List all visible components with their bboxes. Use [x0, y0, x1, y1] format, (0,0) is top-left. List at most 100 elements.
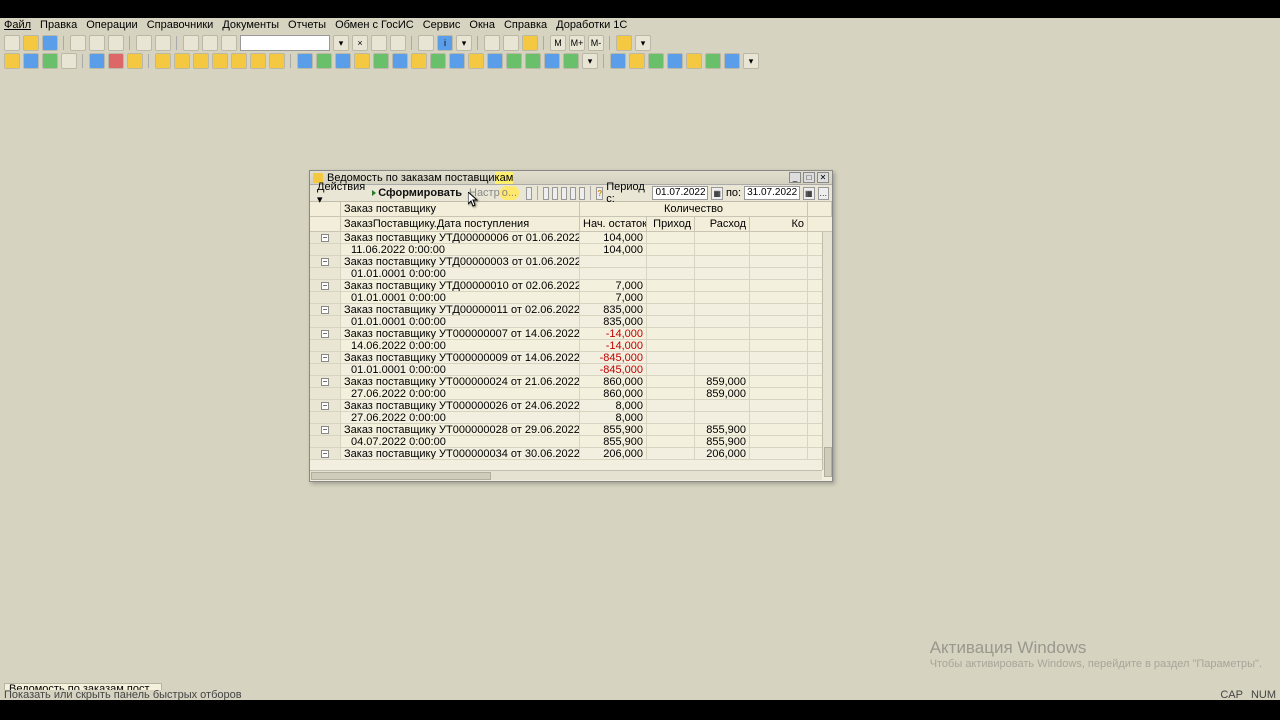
- print-icon[interactable]: [136, 35, 152, 51]
- menu-windows[interactable]: Окна: [469, 19, 495, 31]
- t2-37-icon[interactable]: [724, 53, 740, 69]
- clear-icon[interactable]: ×: [352, 35, 368, 51]
- menu-operations[interactable]: Операции: [86, 19, 137, 31]
- table-row[interactable]: −Заказ поставщику УТД00000006 от 01.06.2…: [310, 232, 822, 244]
- t2-15-icon[interactable]: [297, 53, 313, 69]
- t2-16-icon[interactable]: [316, 53, 332, 69]
- menu-custom[interactable]: Доработки 1С: [556, 19, 627, 31]
- t2-19-icon[interactable]: [373, 53, 389, 69]
- tb-b-icon[interactable]: [503, 35, 519, 51]
- t2-35-icon[interactable]: [686, 53, 702, 69]
- menu-documents[interactable]: Документы: [222, 19, 279, 31]
- main-menu[interactable]: Файл Правка Операции Справочники Докумен…: [0, 18, 1280, 32]
- col-qty[interactable]: Количество: [580, 202, 808, 216]
- table-row[interactable]: −Заказ поставщику УТД00000003 от 01.06.2…: [310, 256, 822, 268]
- col-end[interactable]: Ко: [750, 217, 808, 231]
- collapse-icon[interactable]: −: [321, 282, 329, 290]
- m-icon[interactable]: M: [550, 35, 566, 51]
- t2-20-icon[interactable]: [392, 53, 408, 69]
- t2-14-icon[interactable]: [269, 53, 285, 69]
- t2-13-icon[interactable]: [250, 53, 266, 69]
- vertical-scrollbar[interactable]: [822, 232, 832, 470]
- tb-a-icon[interactable]: [484, 35, 500, 51]
- t2-8-icon[interactable]: [155, 53, 171, 69]
- collapse-icon[interactable]: −: [321, 330, 329, 338]
- t2-31-icon[interactable]: [610, 53, 626, 69]
- table-subrow[interactable]: 01.01.0001 0:00:00-845,000: [310, 364, 822, 376]
- wt-5-icon[interactable]: [570, 187, 576, 200]
- menu-service[interactable]: Сервис: [423, 19, 461, 31]
- open-icon[interactable]: [23, 35, 39, 51]
- preview-icon[interactable]: [155, 35, 171, 51]
- drop-icon[interactable]: ▾: [333, 35, 349, 51]
- horizontal-scrollbar[interactable]: [310, 470, 822, 480]
- menu-reports[interactable]: Отчеты: [288, 19, 326, 31]
- menu-help[interactable]: Справка: [504, 19, 547, 31]
- date-from-picker-icon[interactable]: ▦: [711, 187, 722, 200]
- wt-4-icon[interactable]: [561, 187, 567, 200]
- t2-11-icon[interactable]: [212, 53, 228, 69]
- t2-38-icon[interactable]: ▾: [743, 53, 759, 69]
- generate-button[interactable]: Сформировать: [372, 187, 462, 199]
- t2-17-icon[interactable]: [335, 53, 351, 69]
- collapse-icon[interactable]: −: [321, 426, 329, 434]
- table-row[interactable]: −Заказ поставщику УТ000000034 от 30.06.2…: [310, 448, 822, 460]
- menu-references[interactable]: Справочники: [147, 19, 214, 31]
- col-start[interactable]: Нач. остаток: [580, 217, 647, 231]
- redo-icon[interactable]: [202, 35, 218, 51]
- search-icon[interactable]: [221, 35, 237, 51]
- drop3-icon[interactable]: ▾: [635, 35, 651, 51]
- t2-12-icon[interactable]: [231, 53, 247, 69]
- tb-c-icon[interactable]: [522, 35, 538, 51]
- calc-icon[interactable]: [418, 35, 434, 51]
- menu-file[interactable]: Файл: [4, 19, 31, 31]
- t2-21-icon[interactable]: [411, 53, 427, 69]
- info-icon[interactable]: i: [437, 35, 453, 51]
- table-subrow[interactable]: 04.07.2022 0:00:00855,900855,900: [310, 436, 822, 448]
- t2-24-icon[interactable]: [468, 53, 484, 69]
- undo-icon[interactable]: [183, 35, 199, 51]
- wt-2-icon[interactable]: [543, 187, 549, 200]
- t2-7-icon[interactable]: [127, 53, 143, 69]
- t2-34-icon[interactable]: [667, 53, 683, 69]
- t2-27-icon[interactable]: [525, 53, 541, 69]
- save-icon[interactable]: [42, 35, 58, 51]
- t2-18-icon[interactable]: [354, 53, 370, 69]
- refresh-icon[interactable]: [371, 35, 387, 51]
- nav-icon[interactable]: [390, 35, 406, 51]
- collapse-icon[interactable]: −: [321, 402, 329, 410]
- col-date[interactable]: ЗаказПоставщику.Дата поступления: [341, 217, 580, 231]
- t2-5-icon[interactable]: [89, 53, 105, 69]
- table-subrow[interactable]: 01.01.0001 0:00:007,000: [310, 292, 822, 304]
- t2-26-icon[interactable]: [506, 53, 522, 69]
- date-to-picker-icon[interactable]: ▦: [803, 187, 814, 200]
- collapse-icon[interactable]: −: [321, 354, 329, 362]
- drop2-icon[interactable]: ▾: [456, 35, 472, 51]
- copy-icon[interactable]: [89, 35, 105, 51]
- t2-10-icon[interactable]: [193, 53, 209, 69]
- table-subrow[interactable]: 01.01.0001 0:00:00835,000: [310, 316, 822, 328]
- tbx-icon[interactable]: [616, 35, 632, 51]
- cut-icon[interactable]: [70, 35, 86, 51]
- period-select-icon[interactable]: …: [818, 187, 829, 200]
- table-row[interactable]: −Заказ поставщику УТ000000024 от 21.06.2…: [310, 376, 822, 388]
- col-in[interactable]: Приход: [647, 217, 695, 231]
- date-to-input[interactable]: 31.07.2022: [744, 186, 800, 200]
- col-order[interactable]: Заказ поставщику: [341, 202, 580, 216]
- search-field[interactable]: [240, 35, 330, 51]
- table-row[interactable]: −Заказ поставщику УТД00000011 от 02.06.2…: [310, 304, 822, 316]
- t2-9-icon[interactable]: [174, 53, 190, 69]
- collapse-icon[interactable]: −: [321, 234, 329, 242]
- date-from-input[interactable]: 01.07.2022: [652, 186, 708, 200]
- t2-2-icon[interactable]: [23, 53, 39, 69]
- menu-gosis[interactable]: Обмен с ГосИС: [335, 19, 414, 31]
- settings-button[interactable]: Настро...: [465, 187, 523, 199]
- collapse-icon[interactable]: −: [321, 258, 329, 266]
- table-subrow[interactable]: 27.06.2022 0:00:008,000: [310, 412, 822, 424]
- t2-6-icon[interactable]: [108, 53, 124, 69]
- table-row[interactable]: −Заказ поставщику УТД00000010 от 02.06.2…: [310, 280, 822, 292]
- t2-23-icon[interactable]: [449, 53, 465, 69]
- t2-28-icon[interactable]: [544, 53, 560, 69]
- t2-1-icon[interactable]: [4, 53, 20, 69]
- t2-4-icon[interactable]: [61, 53, 77, 69]
